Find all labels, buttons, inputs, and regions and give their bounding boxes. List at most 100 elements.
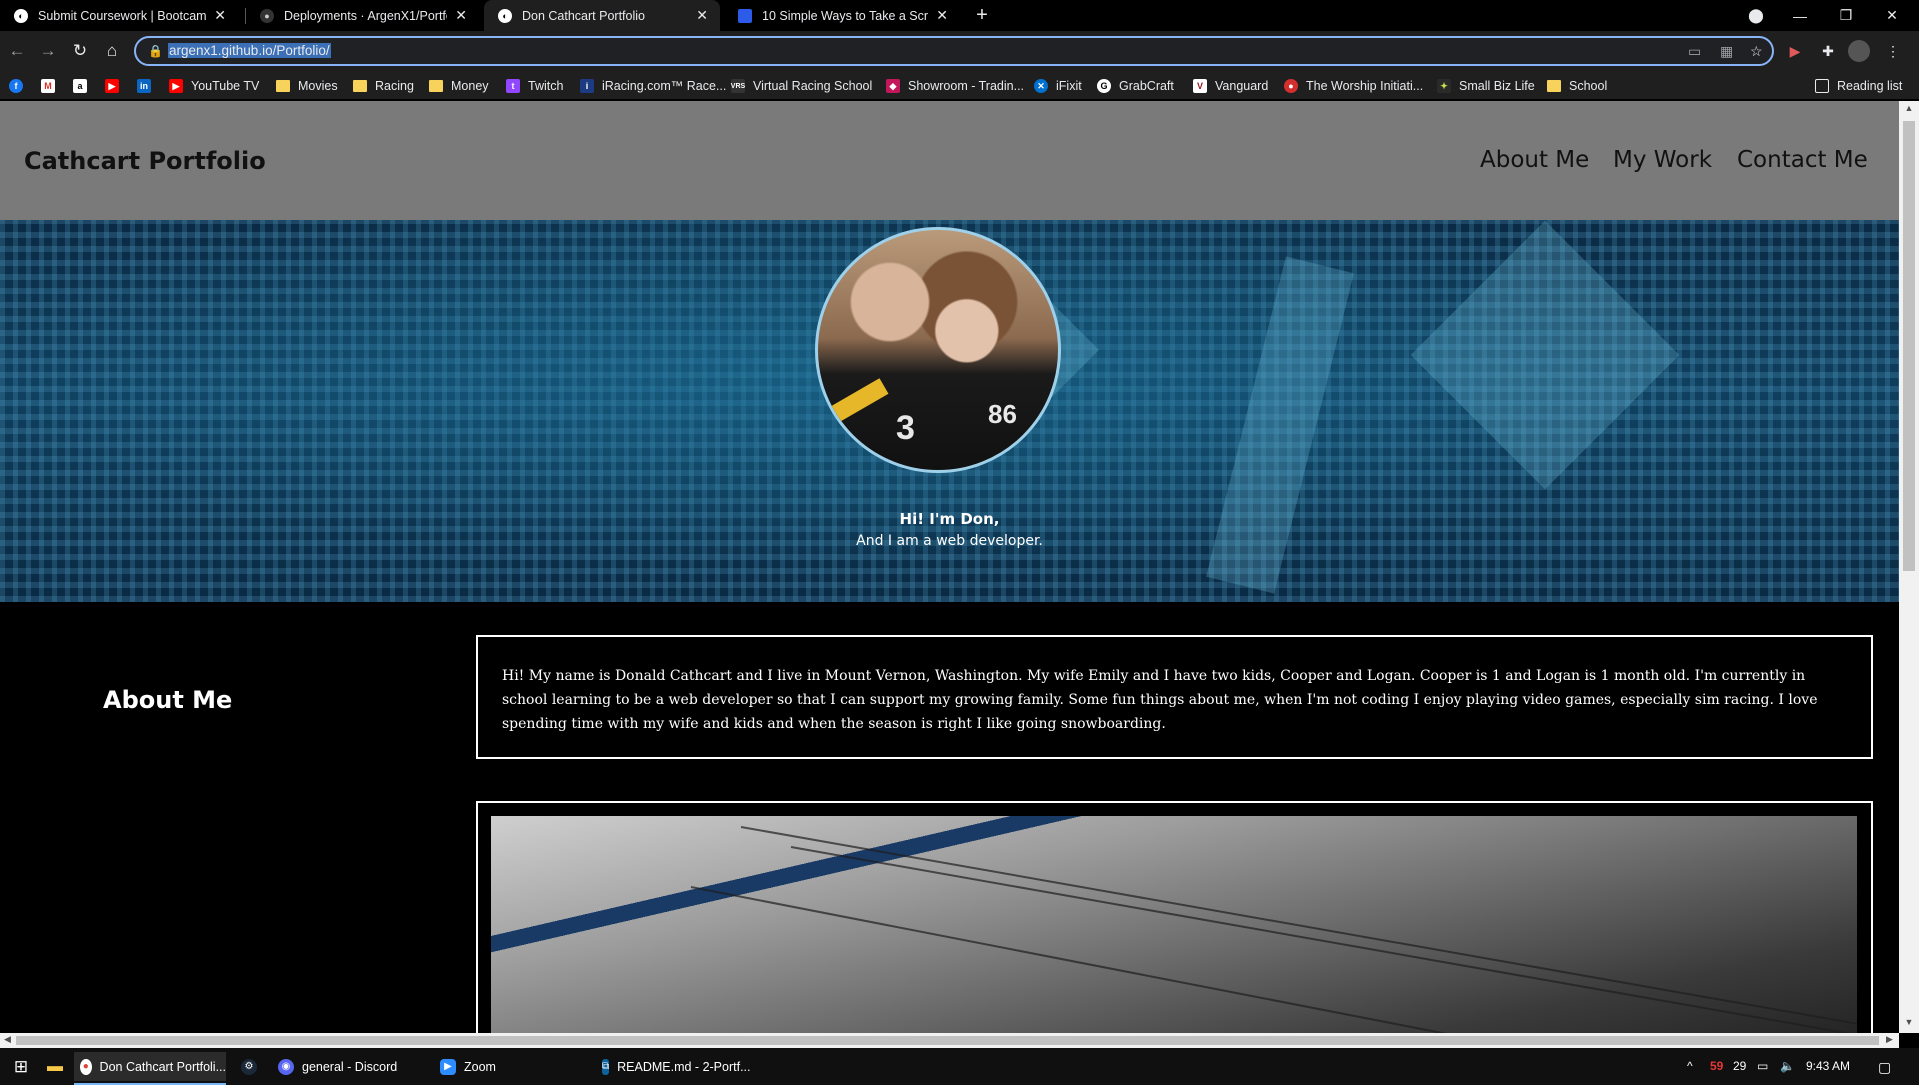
- amazon-icon: a: [73, 79, 87, 93]
- taskbar-steam[interactable]: ⚙: [236, 1052, 262, 1081]
- bookmark-youtube-tv[interactable]: ▶ YouTube TV: [169, 77, 259, 95]
- volume-icon[interactable]: 🔈: [1780, 1059, 1795, 1073]
- lock-icon[interactable]: 🔒: [148, 44, 163, 58]
- bookmark-folder-school[interactable]: School: [1547, 77, 1607, 95]
- reading-list-icon: [1815, 79, 1829, 93]
- file-explorer-icon[interactable]: ▬: [40, 1052, 70, 1081]
- close-window-icon[interactable]: ✕: [1869, 0, 1915, 31]
- folder-icon: [429, 80, 443, 92]
- nav-about-me[interactable]: About Me: [1480, 147, 1589, 173]
- reading-list-label: Reading list: [1837, 79, 1903, 93]
- bookmark-twitch[interactable]: t Twitch: [506, 77, 563, 95]
- bookmark-label: Twitch: [528, 79, 564, 93]
- profile-avatar-icon[interactable]: [1848, 40, 1870, 62]
- tray-badge[interactable]: 59: [1710, 1059, 1723, 1073]
- bookmark-small-biz-life[interactable]: ✦ Small Biz Life: [1437, 77, 1535, 95]
- scroll-left-icon[interactable]: ◀: [4, 1034, 11, 1045]
- taskbar-vscode[interactable]: ⧉ README.md - 2-Portf...: [596, 1052, 751, 1081]
- notifications-icon[interactable]: ▢: [1878, 1059, 1891, 1076]
- close-tab-icon[interactable]: ✕: [214, 7, 226, 24]
- smallbiz-icon: ✦: [1437, 79, 1451, 93]
- taskbar-chrome[interactable]: ● Don Cathcart Portfoli...: [74, 1052, 226, 1085]
- bookmark-grabcraft[interactable]: G GrabCraft: [1097, 77, 1174, 95]
- article-favicon-icon: [738, 8, 752, 23]
- tray-temperature[interactable]: 29: [1733, 1059, 1746, 1073]
- scroll-down-icon[interactable]: ▼: [1903, 1017, 1915, 1031]
- bookmark-label: Showroom - Tradin...: [908, 79, 1025, 93]
- forward-icon[interactable]: →: [36, 39, 60, 63]
- nav-contact-me[interactable]: Contact Me: [1737, 147, 1868, 173]
- close-tab-icon[interactable]: ✕: [696, 7, 708, 24]
- motion-line: [690, 886, 1857, 1033]
- network-icon[interactable]: ▭: [1757, 1059, 1768, 1073]
- bookmark-youtube[interactable]: ▶: [105, 77, 127, 95]
- vscode-icon: ⧉: [602, 1058, 610, 1075]
- tab-don-cathcart-portfolio[interactable]: ◐ Don Cathcart Portfolio ✕: [484, 0, 720, 31]
- windows-start-icon[interactable]: ⊞: [6, 1052, 36, 1081]
- bookmark-linkedin[interactable]: in: [137, 77, 159, 95]
- minimize-icon[interactable]: —: [1777, 0, 1823, 31]
- grabcraft-icon: G: [1097, 79, 1111, 93]
- bookmark-showroom[interactable]: ◆ Showroom - Tradin...: [886, 77, 1024, 95]
- work-preview-image[interactable]: [491, 816, 1857, 1033]
- tab-deployments[interactable]: ● Deployments · ArgenX1/Portfolio ✕: [246, 0, 479, 31]
- back-icon[interactable]: ←: [5, 39, 29, 63]
- bookmark-facebook[interactable]: f: [9, 77, 31, 95]
- tab-search-icon[interactable]: ⬤: [1733, 0, 1779, 31]
- bootcamp-favicon-icon: ◐: [14, 8, 28, 23]
- site-header: Cathcart Portfolio About Me My Work Cont…: [0, 101, 1899, 220]
- bookmark-label: Money: [451, 79, 489, 93]
- bookmark-worship-initiative[interactable]: ● The Worship Initiati...: [1284, 77, 1423, 95]
- close-tab-icon[interactable]: ✕: [936, 7, 948, 24]
- scrollbar-thumb[interactable]: [16, 1036, 1879, 1045]
- horizontal-scrollbar[interactable]: ◀ ▶: [0, 1033, 1899, 1048]
- ifixit-icon: ✕: [1034, 79, 1048, 93]
- extensions-puzzle-icon[interactable]: ✚: [1817, 40, 1839, 62]
- extension-red-icon[interactable]: ▶: [1784, 40, 1806, 62]
- taskbar-label: Zoom: [464, 1059, 496, 1074]
- bookmark-label: Small Biz Life: [1459, 79, 1535, 93]
- bookmark-ifixit[interactable]: ✕ iFixit: [1034, 77, 1082, 95]
- taskbar-zoom[interactable]: ▶ Zoom: [434, 1052, 586, 1081]
- bookmark-folder-movies[interactable]: Movies: [276, 77, 338, 95]
- clock[interactable]: 9:43 AM: [1806, 1059, 1850, 1073]
- bookmark-virtual-racing-school[interactable]: VRS Virtual Racing School: [731, 77, 872, 95]
- address-bar[interactable]: 🔒 argenx1.github.io/Portfolio/ ▭ ▦ ☆: [134, 36, 1774, 66]
- tab-title: Don Cathcart Portfolio: [522, 8, 645, 23]
- bookmark-label: YouTube TV: [191, 79, 260, 93]
- close-tab-icon[interactable]: ✕: [455, 7, 467, 24]
- new-tab-button[interactable]: +: [967, 0, 997, 31]
- vertical-scrollbar[interactable]: ▲ ▼: [1899, 101, 1919, 1033]
- nav-my-work[interactable]: My Work: [1613, 147, 1712, 173]
- site-brand[interactable]: Cathcart Portfolio: [24, 147, 266, 175]
- reading-list-button[interactable]: Reading list: [1815, 77, 1902, 95]
- browser-tab-strip: ◐ Submit Coursework | Bootcamp S ✕ ● Dep…: [0, 0, 1919, 31]
- tab-submit-coursework[interactable]: ◐ Submit Coursework | Bootcamp S ✕: [0, 0, 238, 31]
- bookmark-folder-racing[interactable]: Racing: [353, 77, 414, 95]
- restore-icon[interactable]: ❐: [1823, 0, 1869, 31]
- hero-tagline: And I am a web developer.: [856, 533, 1043, 549]
- url-text[interactable]: argenx1.github.io/Portfolio/: [168, 43, 331, 58]
- jersey-stripe-shape: [827, 378, 889, 424]
- bookmark-folder-money[interactable]: Money: [429, 77, 489, 95]
- reload-icon[interactable]: ↻: [68, 39, 92, 63]
- menu-dots-icon[interactable]: ⋮: [1882, 40, 1904, 62]
- qr-code-icon[interactable]: ▦: [1720, 43, 1733, 60]
- bookmark-gmail[interactable]: M: [41, 77, 63, 95]
- home-icon[interactable]: ⌂: [100, 39, 124, 63]
- bookmark-label: GrabCraft: [1119, 79, 1174, 93]
- scroll-right-icon[interactable]: ▶: [1886, 1034, 1893, 1045]
- twitch-icon: t: [506, 79, 520, 93]
- work-card[interactable]: [476, 801, 1873, 1033]
- tray-overflow-icon[interactable]: ^: [1687, 1059, 1693, 1073]
- taskbar-discord[interactable]: ◉ general - Discord: [272, 1052, 424, 1081]
- bookmark-vanguard[interactable]: V Vanguard: [1193, 77, 1268, 95]
- bookmark-iracing[interactable]: i iRacing.com™ Race...: [580, 77, 726, 95]
- scroll-up-icon[interactable]: ▲: [1903, 103, 1915, 117]
- tab-screenshot-article[interactable]: 10 Simple Ways to Take a Screen ✕: [724, 0, 960, 31]
- tab-title: 10 Simple Ways to Take a Screen: [762, 8, 929, 23]
- bookmark-star-icon[interactable]: ☆: [1750, 43, 1763, 60]
- scrollbar-thumb[interactable]: [1903, 121, 1915, 571]
- cast-icon[interactable]: ▭: [1688, 43, 1701, 60]
- bookmark-amazon[interactable]: a: [73, 77, 95, 95]
